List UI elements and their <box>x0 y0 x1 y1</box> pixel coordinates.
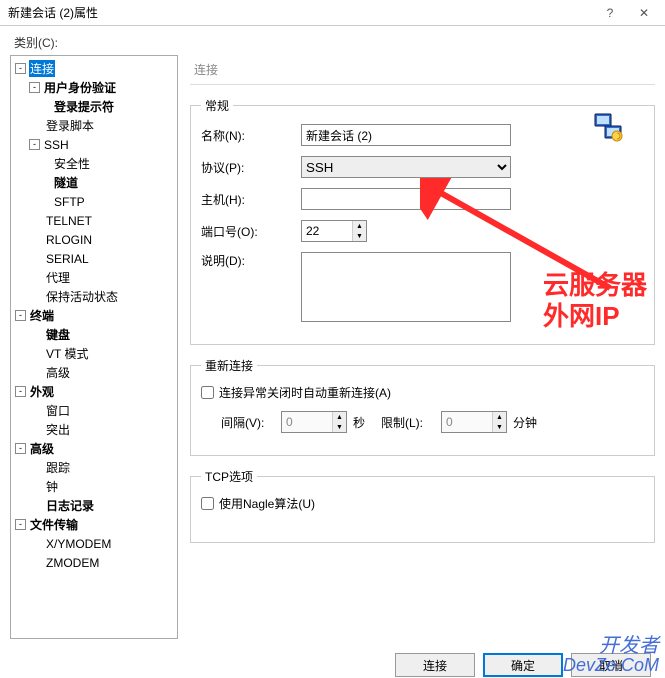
desc-textarea[interactable] <box>301 252 511 322</box>
tcp-legend: TCP选项 <box>201 468 257 485</box>
tree-terminal[interactable]: -终端 <box>13 306 175 325</box>
name-input[interactable] <box>301 124 511 146</box>
tree-advanced-term[interactable]: 高级 <box>13 363 175 382</box>
tree-user-auth[interactable]: -用户身份验证 <box>13 78 175 97</box>
tree-serial[interactable]: SERIAL <box>13 249 175 268</box>
spinner-down-icon[interactable]: ▼ <box>353 231 366 241</box>
tree-xymodem[interactable]: X/YMODEM <box>13 534 175 553</box>
tree-ssh[interactable]: -SSH <box>13 135 175 154</box>
tree-keep-alive[interactable]: 保持活动状态 <box>13 287 175 306</box>
collapse-icon[interactable]: - <box>15 63 26 74</box>
desc-label: 说明(D): <box>201 252 301 269</box>
category-label: 类别(C): <box>0 26 665 55</box>
titlebar: 新建会话 (2)属性 ? ✕ <box>0 0 665 26</box>
tree-file-transfer[interactable]: -文件传输 <box>13 515 175 534</box>
spinner-up-icon[interactable]: ▲ <box>353 221 366 231</box>
help-button[interactable]: ? <box>593 1 627 25</box>
name-label: 名称(N): <box>201 127 301 144</box>
minutes-label: 分钟 <box>513 414 537 431</box>
annotation-text: 云服务器 外网IP <box>543 270 647 332</box>
close-button[interactable]: ✕ <box>627 1 661 25</box>
collapse-icon[interactable]: - <box>29 82 40 93</box>
host-input[interactable] <box>301 188 511 210</box>
titlebar-controls: ? ✕ <box>593 1 661 25</box>
collapse-icon[interactable]: - <box>15 519 26 530</box>
tree-clock[interactable]: 钟 <box>13 477 175 496</box>
port-label: 端口号(O): <box>201 223 301 240</box>
annotation-line1: 云服务器 <box>543 270 647 301</box>
connect-button[interactable]: 连接 <box>395 653 475 677</box>
interval-spinner[interactable]: ▲ ▼ <box>281 411 347 433</box>
collapse-icon[interactable]: - <box>15 310 26 321</box>
spinner-up-icon[interactable]: ▲ <box>493 412 506 422</box>
tree-window[interactable]: 窗口 <box>13 401 175 420</box>
cancel-button[interactable]: 取消 <box>571 653 651 677</box>
settings-panel: 连接 常规 名称(N): 协议(P): SSH 主机(H): 端口号(O): <box>178 55 655 639</box>
tree-highlight[interactable]: 突出 <box>13 420 175 439</box>
collapse-icon[interactable]: - <box>15 386 26 397</box>
tree-logging[interactable]: 日志记录 <box>13 496 175 515</box>
limit-input[interactable] <box>442 412 492 432</box>
collapse-icon[interactable]: - <box>15 443 26 454</box>
auto-reconnect-checkbox[interactable] <box>201 386 214 399</box>
ok-button[interactable]: 确定 <box>483 653 563 677</box>
tree-proxy[interactable]: 代理 <box>13 268 175 287</box>
reconnect-fieldset: 重新连接 连接异常关闭时自动重新连接(A) 间隔(V): ▲ ▼ 秒 限制(L)… <box>190 357 655 456</box>
window-title: 新建会话 (2)属性 <box>8 4 98 21</box>
tree-keyboard[interactable]: 键盘 <box>13 325 175 344</box>
nagle-label: 使用Nagle算法(U) <box>219 495 315 512</box>
tree-vt-mode[interactable]: VT 模式 <box>13 344 175 363</box>
tree-telnet[interactable]: TELNET <box>13 211 175 230</box>
port-input[interactable] <box>302 221 352 241</box>
tree-trace[interactable]: 跟踪 <box>13 458 175 477</box>
nagle-checkbox[interactable] <box>201 497 214 510</box>
tree-connection[interactable]: -连接 <box>13 59 175 78</box>
spinner-down-icon[interactable]: ▼ <box>493 422 506 432</box>
connection-icon <box>593 112 625 144</box>
reconnect-legend: 重新连接 <box>201 357 257 374</box>
tree-login-prompt[interactable]: 登录提示符 <box>13 97 175 116</box>
collapse-icon[interactable]: - <box>29 139 40 150</box>
tree-security[interactable]: 安全性 <box>13 154 175 173</box>
interval-input[interactable] <box>282 412 332 432</box>
tree-rlogin[interactable]: RLOGIN <box>13 230 175 249</box>
protocol-select[interactable]: SSH <box>301 156 511 178</box>
tree-sftp[interactable]: SFTP <box>13 192 175 211</box>
tree-appearance[interactable]: -外观 <box>13 382 175 401</box>
spinner-down-icon[interactable]: ▼ <box>333 422 346 432</box>
port-spinner[interactable]: ▲ ▼ <box>301 220 367 242</box>
annotation-line2: 外网IP <box>543 301 647 332</box>
tree-tunnel[interactable]: 隧道 <box>13 173 175 192</box>
tree-advanced[interactable]: -高级 <box>13 439 175 458</box>
protocol-label: 协议(P): <box>201 159 301 176</box>
section-title: 连接 <box>190 55 655 85</box>
tcp-fieldset: TCP选项 使用Nagle算法(U) <box>190 468 655 543</box>
seconds-label: 秒 <box>353 414 365 431</box>
spinner-up-icon[interactable]: ▲ <box>333 412 346 422</box>
limit-label: 限制(L): <box>381 414 441 431</box>
tree-login-script[interactable]: 登录脚本 <box>13 116 175 135</box>
interval-label: 间隔(V): <box>221 414 281 431</box>
limit-spinner[interactable]: ▲ ▼ <box>441 411 507 433</box>
dialog-buttons: 连接 确定 取消 <box>0 645 665 677</box>
general-legend: 常规 <box>201 97 233 114</box>
category-tree[interactable]: -连接 -用户身份验证 登录提示符 登录脚本 -SSH 安全性 隧道 SFTP … <box>10 55 178 639</box>
auto-reconnect-label: 连接异常关闭时自动重新连接(A) <box>219 384 391 401</box>
tree-zmodem[interactable]: ZMODEM <box>13 553 175 572</box>
host-label: 主机(H): <box>201 191 301 208</box>
